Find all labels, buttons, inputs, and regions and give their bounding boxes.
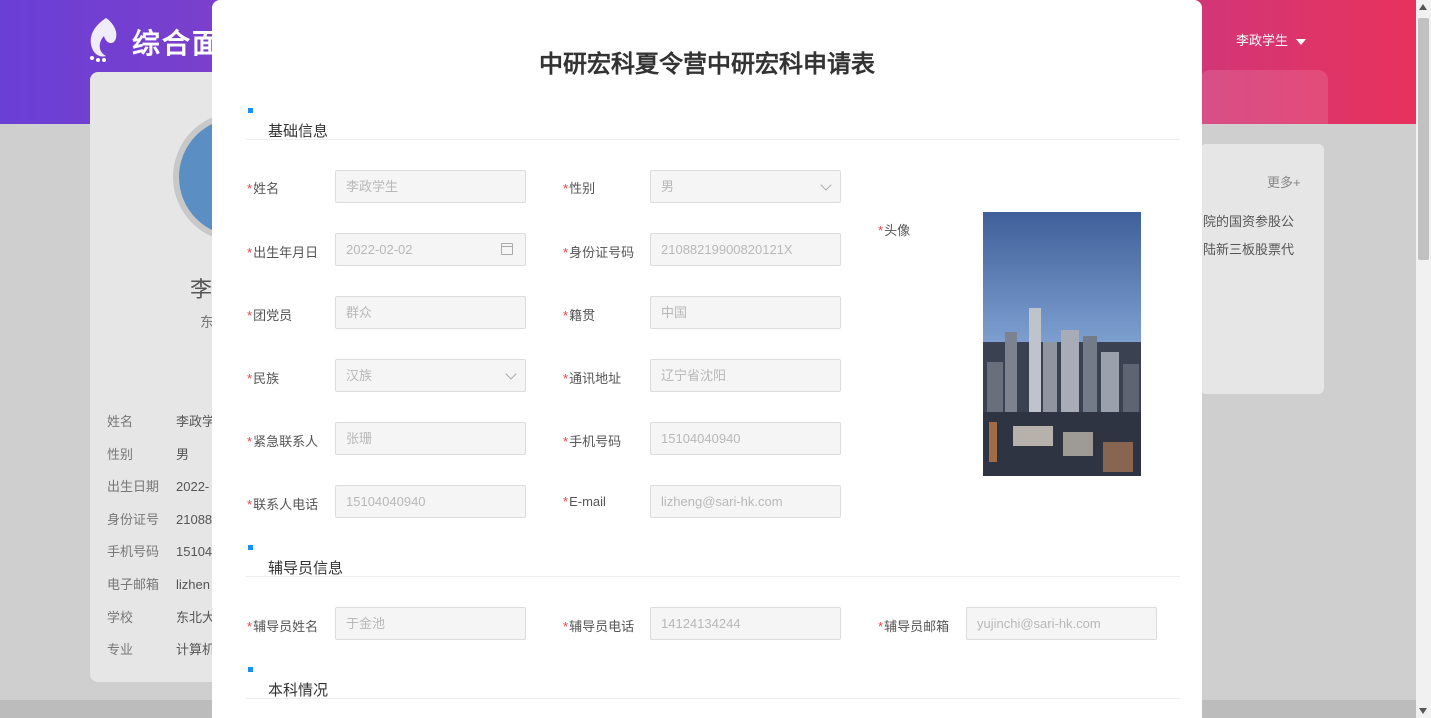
news-item[interactable]: 陆新三板股票代	[1203, 236, 1294, 264]
info-key: 身份证号	[107, 511, 160, 527]
emergency-contact-label: *紧急联系人	[247, 434, 319, 449]
address-label: *通讯地址	[563, 371, 622, 386]
scrollbar[interactable]	[1416, 0, 1431, 718]
ethnicity-value: 汉族	[346, 368, 373, 383]
more-link[interactable]: 更多+	[1267, 172, 1301, 191]
scroll-down-icon[interactable]	[1419, 708, 1427, 714]
name-label: *姓名	[247, 181, 280, 196]
avatar-photo[interactable]	[983, 212, 1141, 476]
info-key: 姓名	[107, 414, 134, 429]
phone-field[interactable]: 15104040940	[650, 422, 841, 455]
user-name: 李政学生	[1236, 33, 1289, 48]
counselor-phone-label: *辅导员电话	[563, 619, 635, 634]
counselor-phone-field[interactable]: 14124134244	[650, 607, 841, 640]
ethnicity-label: *民族	[247, 371, 280, 386]
email-field[interactable]: lizheng@sari-hk.com	[650, 485, 841, 518]
info-value: lizhen	[176, 576, 210, 592]
info-value: 男	[176, 446, 190, 462]
info-value: 计算机	[176, 642, 216, 658]
logo-icon	[90, 18, 117, 62]
info-key: 专业	[107, 642, 134, 658]
info-key: 学校	[107, 609, 134, 625]
gender-select[interactable]: 男	[650, 170, 841, 203]
contact-phone-label: *联系人电话	[247, 497, 319, 512]
caret-down-icon	[1296, 38, 1307, 45]
political-label: *团党员	[247, 308, 293, 323]
id-number-field[interactable]: 21088219900820121X	[650, 233, 841, 266]
header-highlight	[1200, 70, 1328, 128]
section-basic-info: 基础信息	[246, 108, 1180, 140]
contact-phone-field[interactable]: 15104040940	[335, 485, 526, 518]
counselor-email-field[interactable]: yujinchi@sari-hk.com	[966, 607, 1157, 640]
section-marker-icon	[248, 108, 253, 113]
app-title: 综合面	[132, 28, 223, 59]
news-item[interactable]: 院的国资参股公	[1203, 208, 1294, 236]
info-value: 东北大	[176, 609, 216, 625]
counselor-name-field[interactable]: 于金池	[335, 607, 526, 640]
scroll-thumb[interactable]	[1418, 18, 1429, 260]
native-field[interactable]: 中国	[650, 296, 841, 329]
info-row: 专业 计算机	[107, 634, 215, 667]
info-row: 手机号码 15104	[107, 536, 215, 569]
news-card	[1200, 144, 1324, 394]
address-field[interactable]: 辽宁省沈阳	[650, 359, 841, 392]
section-marker-icon	[248, 545, 253, 550]
info-row: 姓名 李政学	[107, 406, 215, 439]
info-row: 性别 男	[107, 439, 215, 472]
info-value: 李政学	[176, 414, 216, 429]
info-row: 出生日期 2022-	[107, 471, 215, 504]
info-row: 电子邮箱 lizhen	[107, 569, 215, 602]
gender-label: *性别	[563, 181, 596, 196]
calendar-icon	[501, 243, 513, 255]
info-value: 15104	[176, 544, 213, 560]
email-label: *E-mail	[563, 494, 606, 509]
info-value: 21088	[176, 511, 213, 527]
counselor-name-label: *辅导员姓名	[247, 619, 319, 634]
section-title: 本科情况	[268, 682, 329, 699]
section-counselor-info: 辅导员信息	[246, 545, 1180, 577]
modal-title: 中研宏科夏令营中研宏科申请表	[539, 51, 875, 78]
gender-value: 男	[661, 179, 675, 194]
info-row: 身份证号 21088	[107, 504, 215, 537]
id-number-label: *身份证号码	[563, 245, 635, 260]
info-key: 性别	[107, 446, 134, 462]
emergency-contact-field[interactable]: 张珊	[335, 422, 526, 455]
section-title: 辅导员信息	[268, 560, 344, 577]
native-label: *籍贯	[563, 308, 596, 323]
political-field[interactable]: 群众	[335, 296, 526, 329]
profile-info-list: 姓名 李政学 性别男 出生日期 2022- 身份证号 21088 手机号码 15104 …	[107, 406, 215, 667]
birth-label: *出生年月日	[247, 245, 319, 260]
phone-label: *手机号码	[563, 434, 622, 449]
section-marker-icon	[248, 667, 253, 672]
application-form-modal: 中研宏科夏令营中研宏科申请表 基础信息 *姓名 李政学生 *性别 男 *头像 *…	[212, 0, 1202, 718]
profile-name: 李	[190, 277, 213, 302]
birth-value: 2022-02-02	[346, 242, 413, 257]
counselor-email-label: *辅导员邮箱	[878, 619, 950, 634]
user-menu[interactable]: 李政学生	[1236, 30, 1307, 49]
birth-date-picker[interactable]: 2022-02-02	[335, 233, 526, 266]
chevron-down-icon	[505, 368, 517, 380]
news-list: 院的国资参股公 陆新三板股票代	[1203, 208, 1294, 264]
name-field[interactable]: 李政学生	[335, 170, 526, 203]
section-title: 基础信息	[268, 123, 329, 140]
info-key: 电子邮箱	[107, 576, 160, 592]
info-key: 手机号码	[107, 544, 160, 560]
avatar-label: *头像	[878, 223, 911, 238]
ethnicity-select[interactable]: 汉族	[335, 359, 526, 392]
scroll-up-icon[interactable]	[1419, 4, 1427, 10]
info-key: 出生日期	[107, 479, 160, 495]
info-value: 2022-	[176, 479, 210, 495]
section-undergrad-info: 本科情况	[246, 667, 1180, 699]
chevron-down-icon	[820, 179, 832, 191]
info-row: 学校 东北大	[107, 602, 215, 635]
